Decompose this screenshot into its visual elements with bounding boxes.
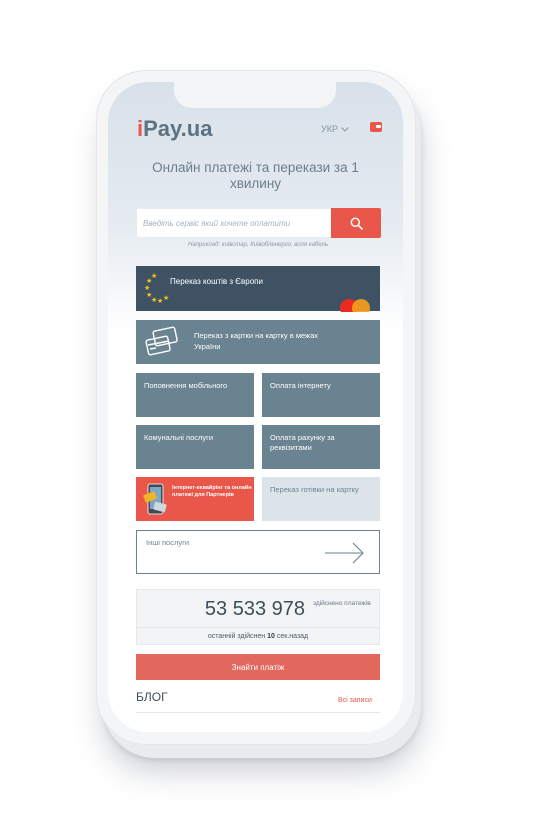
arrow-right-icon xyxy=(325,542,364,564)
hero-headline: Онлайн платежі та перекази за 1 хвилину xyxy=(152,160,359,191)
card-to-card-label: Переказ з картки на картку в межах Украї… xyxy=(194,331,318,351)
payments-count: 53 533 978 xyxy=(204,598,305,620)
tile-partners[interactable]: Інтернет-еквайрінг та онлайн платежі для… xyxy=(136,477,254,521)
find-payment-button[interactable]: Знайти платіж xyxy=(136,654,380,680)
last-payment-info: останній здійснен 10 сек.назад xyxy=(137,633,379,640)
wallet-icon[interactable] xyxy=(370,122,382,132)
search-icon xyxy=(350,217,363,230)
phone-screen: iPay.ua УКР Онлайн платежі та перекази з… xyxy=(108,82,403,732)
language-label: УКР xyxy=(321,124,338,134)
tile-internet-payment[interactable]: Оплата інтернету xyxy=(262,373,380,417)
logo-ua: ua xyxy=(186,116,213,141)
last-payment-suffix: сек.назад xyxy=(276,633,309,640)
europe-transfer-label: Переказ коштів з Європи xyxy=(170,277,263,286)
search-bar xyxy=(136,208,381,238)
tile-mobile-topup-label: Поповнення мобільного xyxy=(144,381,228,390)
tile-partners-label: Інтернет-еквайрінг та онлайн платежі для… xyxy=(172,485,252,498)
chevron-down-icon xyxy=(341,125,349,134)
last-payment-seconds: 10 xyxy=(267,633,275,640)
stats-divider xyxy=(137,627,379,628)
tile-cash-to-card[interactable]: Переказ готівки на картку xyxy=(262,477,380,521)
mastercard-icon xyxy=(340,299,370,312)
page-content: iPay.ua УКР Онлайн платежі та перекази з… xyxy=(108,82,403,732)
tile-cash-to-card-label: Переказ готівки на картку xyxy=(270,485,359,494)
card-to-card-transfer[interactable]: Переказ з картки на картку в межах Украї… xyxy=(136,320,380,364)
cards-icon xyxy=(145,326,178,356)
last-payment-prefix: останній здійснен xyxy=(207,633,266,640)
tile-invoice-payment-label: Оплата рахунку за реквізитами xyxy=(270,433,335,452)
blog-divider xyxy=(136,712,380,713)
language-selector[interactable]: УКР xyxy=(321,124,349,134)
tile-internet-payment-label: Оплата інтернету xyxy=(270,381,331,390)
site-logo[interactable]: iPay.ua xyxy=(137,116,212,142)
search-input[interactable] xyxy=(143,209,329,237)
other-services-label: Інші послуги xyxy=(146,538,190,547)
tile-mobile-topup[interactable]: Поповнення мобільного xyxy=(136,373,254,417)
search-button[interactable] xyxy=(331,208,381,238)
blog-title: БЛОГ xyxy=(136,690,168,704)
other-services[interactable]: Інші послуги xyxy=(136,530,380,574)
search-hint: Наприклад: київстар, Київобленерго, воля… xyxy=(188,242,328,248)
svg-text:★: ★ xyxy=(163,294,169,302)
tile-invoice-payment[interactable]: Оплата рахунку за реквізитами xyxy=(262,425,380,469)
europe-transfer-card[interactable]: ★ ★ ★ ★ ★ ★ ★ Переказ коштів з Європи xyxy=(136,266,380,312)
payments-count-label: здійснено платежів xyxy=(313,600,371,607)
blog-all-posts-link[interactable]: Всі записи xyxy=(338,697,372,704)
payments-counter: 53 533 978 здійснено платежів останній з… xyxy=(136,589,380,645)
tile-utilities-label: Комунальні послуги xyxy=(144,433,214,442)
logo-pay: Pay. xyxy=(143,116,187,141)
tile-utilities[interactable]: Комунальні послуги xyxy=(136,425,254,469)
smartphone-icon xyxy=(143,483,167,515)
